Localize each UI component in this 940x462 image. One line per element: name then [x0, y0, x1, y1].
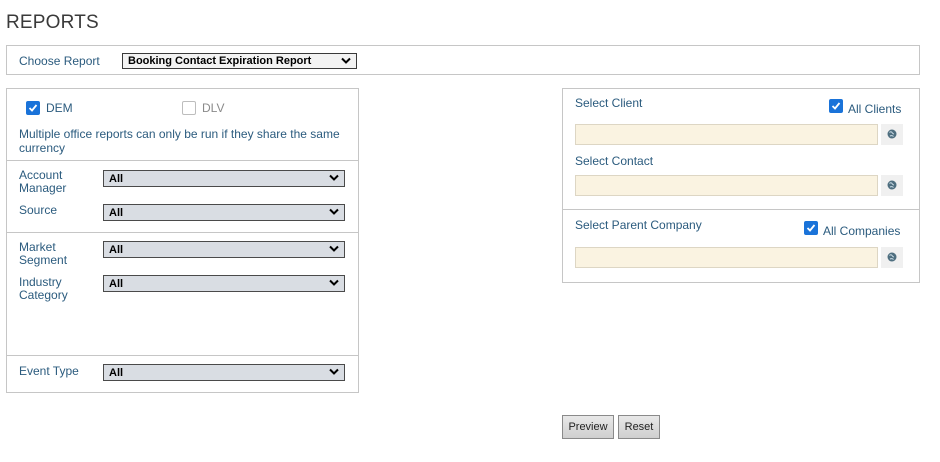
all-companies-checkbox[interactable] — [804, 221, 818, 235]
event-type-select[interactable]: All — [103, 364, 345, 381]
checkmark-icon — [28, 104, 38, 112]
dlv-label: DLV — [202, 101, 225, 115]
globe-icon — [887, 180, 897, 190]
dem-label: DEM — [46, 101, 73, 115]
select-parent-company-label: Select Parent Company — [575, 218, 702, 232]
chevron-down-icon — [329, 368, 339, 375]
all-companies-label: All Companies — [823, 224, 901, 238]
market-segment-select[interactable]: All — [103, 241, 345, 258]
all-clients-label: All Clients — [848, 102, 902, 116]
globe-icon — [887, 129, 897, 139]
checkmark-icon — [831, 102, 841, 110]
select-client-label: Select Client — [575, 96, 643, 110]
client-contact-section: Select Client All Clients Select Contact — [563, 89, 919, 210]
currency-note: Multiple office reports can only be run … — [19, 127, 340, 155]
event-type-value: All — [109, 367, 124, 379]
parent-company-section: Select Parent Company All Companies — [563, 210, 919, 282]
choose-report-bar: Choose Report Booking Contact Expiration… — [6, 45, 920, 75]
segment-industry-section: Market Segment All Industry Category All — [7, 233, 358, 356]
source-label: Source — [19, 203, 58, 217]
market-segment-value: All — [109, 244, 124, 256]
parent-company-lookup-button[interactable] — [881, 247, 903, 268]
source-select[interactable]: All — [103, 204, 345, 221]
contact-lookup-button[interactable] — [881, 175, 903, 196]
preview-button[interactable]: Preview — [562, 415, 614, 439]
chevron-down-icon — [329, 208, 339, 215]
dem-checkbox[interactable] — [26, 101, 40, 115]
account-manager-value: All — [109, 173, 124, 185]
chevron-down-icon — [341, 57, 351, 64]
page-title: REPORTS — [6, 12, 99, 33]
report-select[interactable]: Booking Contact Expiration Report — [122, 53, 357, 69]
office-section: DEM DLV Multiple office reports can only… — [7, 89, 358, 161]
globe-icon — [887, 252, 897, 262]
checkmark-icon — [806, 224, 816, 232]
chevron-down-icon — [329, 279, 339, 286]
parent-company-lookup-field[interactable] — [575, 247, 878, 268]
chevron-down-icon — [329, 174, 339, 181]
dlv-checkbox[interactable] — [182, 101, 196, 115]
chevron-down-icon — [329, 245, 339, 252]
industry-category-value: All — [109, 278, 124, 290]
industry-category-select[interactable]: All — [103, 275, 345, 292]
event-type-label: Event Type — [19, 364, 79, 378]
filters-panel: DEM DLV Multiple office reports can only… — [6, 88, 359, 393]
client-panel: Select Client All Clients Select Contact… — [562, 88, 920, 283]
manager-source-section: Account Manager All Source All — [7, 161, 358, 233]
client-lookup-field[interactable] — [575, 124, 878, 145]
select-contact-label: Select Contact — [575, 154, 654, 168]
industry-category-label: Industry Category — [19, 275, 68, 302]
reset-button[interactable]: Reset — [618, 415, 660, 439]
market-segment-label: Market Segment — [19, 240, 68, 267]
all-clients-checkbox[interactable] — [829, 99, 843, 113]
choose-report-label: Choose Report — [19, 54, 100, 68]
contact-lookup-field[interactable] — [575, 175, 878, 196]
report-select-value: Booking Contact Expiration Report — [128, 55, 312, 67]
event-type-section: Event Type All — [7, 356, 358, 392]
account-manager-label: Account Manager — [19, 168, 67, 195]
source-value: All — [109, 207, 124, 219]
account-manager-select[interactable]: All — [103, 170, 345, 187]
client-lookup-button[interactable] — [881, 124, 903, 145]
